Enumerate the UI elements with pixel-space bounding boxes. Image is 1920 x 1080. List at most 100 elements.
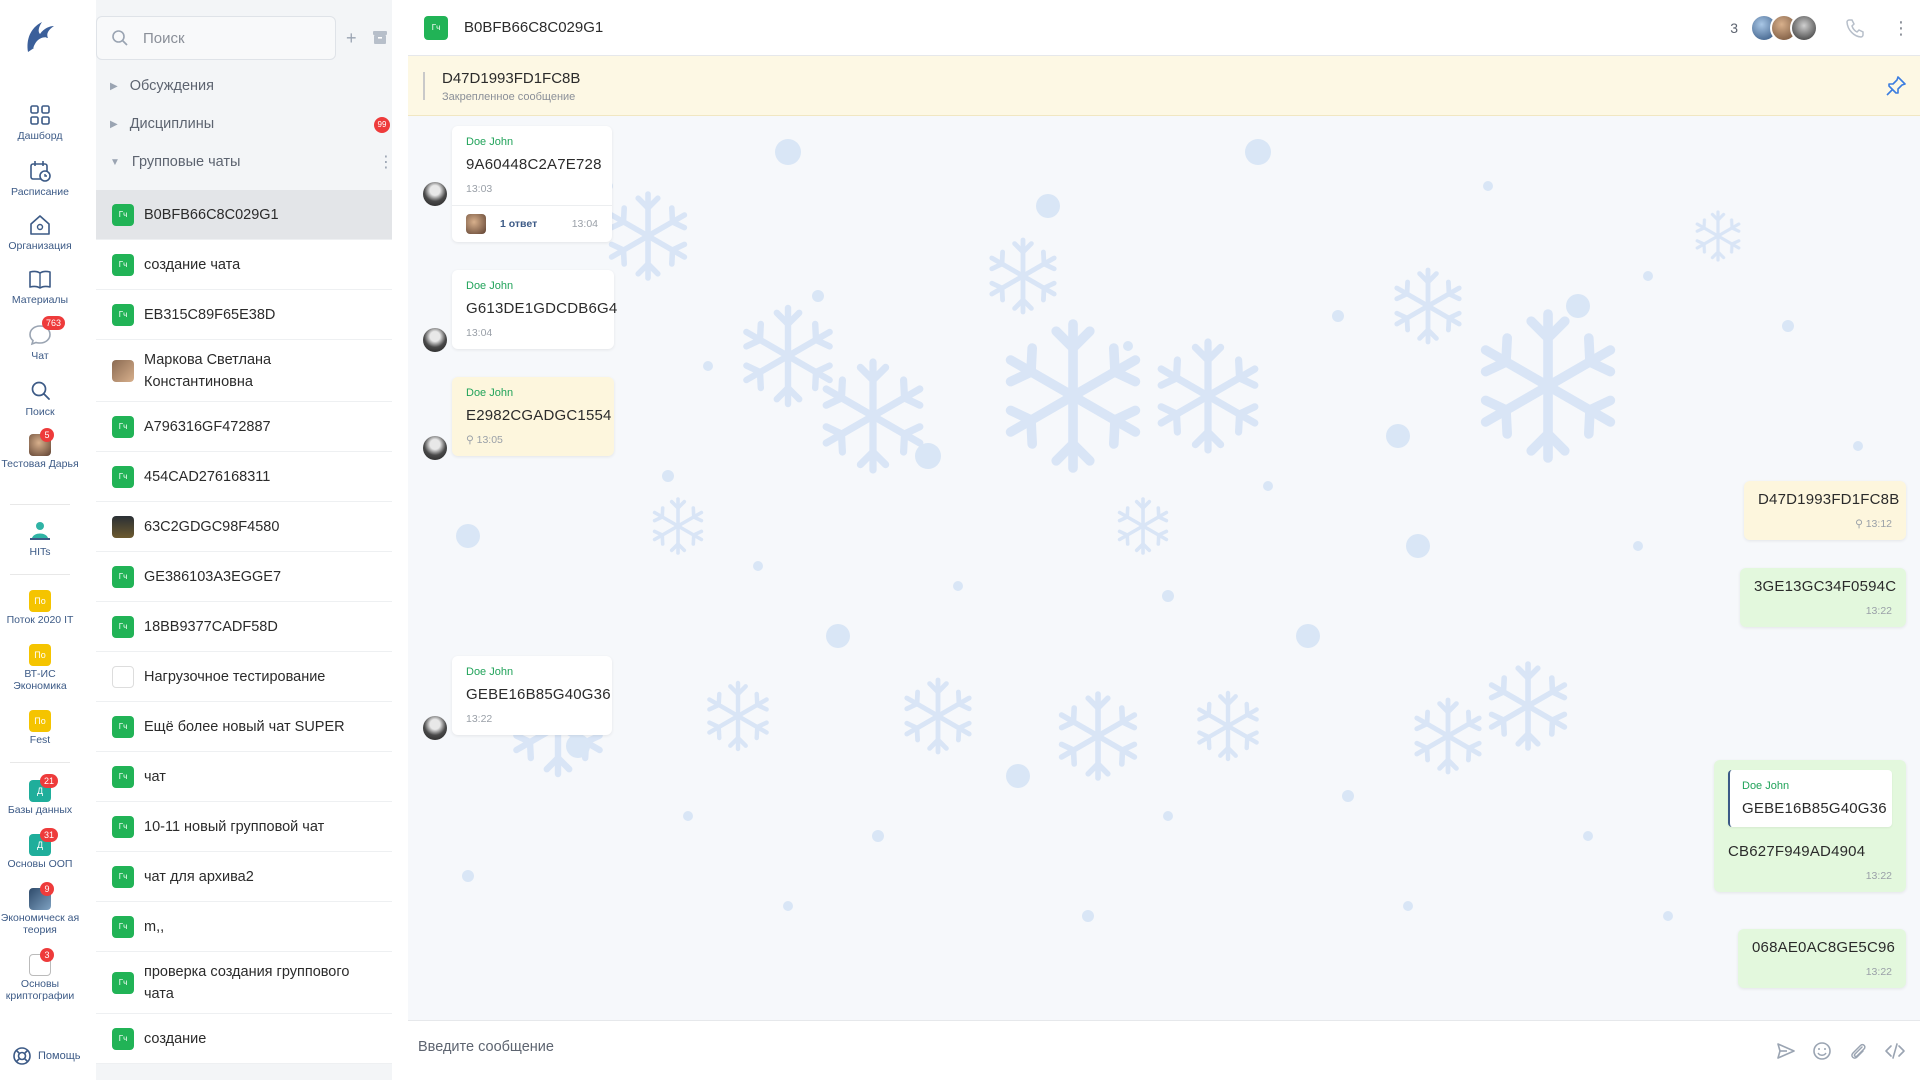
chat-name: создание [144, 1030, 207, 1047]
chat-list-item[interactable]: Гч 10-11 новый групповой чат [96, 802, 392, 852]
chat-list-item[interactable]: Гч создание чата [96, 240, 392, 290]
pin-icon: ⚲ [466, 434, 474, 446]
pin-icon[interactable] [1884, 74, 1908, 98]
discipline-badge: 21 [40, 774, 59, 788]
rail-label: Основы криптографии [5, 978, 75, 1002]
search-input[interactable]: Поиск [96, 16, 336, 60]
user-badge: 5 [40, 428, 54, 442]
phone-icon[interactable] [1844, 17, 1866, 39]
snowflake-background [456, 139, 1863, 922]
chat-list-item[interactable]: Гч чат для архива2 [96, 852, 392, 902]
message[interactable]: Doe John GEBE16B85G40G36 13:22 [452, 656, 612, 735]
message-input-placeholder[interactable]: Введите сообщение [418, 1039, 554, 1055]
left-rail: Дашборд Расписание Организация Материалы… [0, 0, 81, 1080]
rail-materials[interactable]: Материалы [0, 266, 80, 306]
message-author[interactable]: Doe John [466, 387, 600, 399]
chat-list-item[interactable]: Маркова Светлана Константиновна [96, 340, 392, 402]
message[interactable]: Doe John G613DE1GDCDB6G4 13:04 [452, 270, 617, 349]
help-button[interactable]: Помощь [12, 1046, 81, 1066]
more-options-icon[interactable]: ⋮ [1892, 18, 1910, 39]
rail-organization[interactable]: Организация [0, 212, 80, 252]
message-text: GEBE16B85G40G36 [466, 686, 611, 703]
rail-group-stream-2020[interactable]: По Поток 2020 IT [0, 590, 80, 626]
chat-avatar [112, 665, 134, 688]
rail-dashboard[interactable]: Дашборд [0, 102, 80, 142]
chat-avatar [112, 359, 134, 382]
user-avatar[interactable] [423, 328, 447, 352]
section-group-chats[interactable]: ▼ Групповые чаты [110, 154, 240, 170]
message[interactable]: Doe John 9A60448C2A7E728 13:03 1 ответ 1… [452, 126, 612, 242]
message-author[interactable]: Doe John [466, 666, 598, 678]
pinned-message-bar[interactable]: D47D1993FD1FC8B Закрепленное сообщение [408, 56, 1920, 116]
chat-avatar: Гч [112, 615, 134, 638]
message-author[interactable]: Doe John [466, 280, 600, 292]
thread-replies[interactable]: 1 ответ 13:04 [452, 205, 612, 242]
section-discussions[interactable]: ▶ Обсуждения [110, 78, 214, 94]
user-avatar[interactable] [423, 182, 447, 206]
chat-list-item[interactable]: 63C2GDGC98F4580 [96, 502, 392, 552]
rail-user[interactable]: 5 Тестовая Дарья [0, 428, 80, 470]
chat-list-item[interactable]: Гч чат [96, 752, 392, 802]
section-disciplines[interactable]: ▶ Дисциплины [110, 116, 214, 132]
chat-list-item[interactable]: Гч 18BB9377CADF58D [96, 602, 392, 652]
emoji-icon[interactable] [1812, 1041, 1832, 1061]
rail-group-fest[interactable]: По Fest [0, 710, 80, 746]
chat-list-item[interactable]: Гч EB315C89F65E38D [96, 290, 392, 340]
chat-title[interactable]: B0BFB66C8C029G1 [464, 19, 603, 36]
rail-label: Организация [8, 240, 72, 252]
chevron-right-icon: ▶ [110, 80, 118, 92]
send-icon[interactable] [1776, 1041, 1796, 1061]
chat-list-item[interactable]: Гч GE386103A3EGGE7 [96, 552, 392, 602]
rail-discipline-db[interactable]: Д 21 Базы данных [0, 774, 80, 816]
rail-label: ВТ-ИС Экономика [13, 668, 67, 692]
rail-label: Чат [31, 350, 49, 362]
chat-list-item[interactable]: Гч проверка создания группового чата [96, 952, 392, 1014]
book-icon [29, 270, 51, 289]
rail-label: HITs [29, 546, 51, 558]
chat-list-item[interactable]: Гч 454CAD276168311 [96, 452, 392, 502]
message[interactable]: Doe John E2982CGADGC1554 ⚲ 13:05 [452, 377, 614, 456]
message-composer[interactable]: Введите сообщение [408, 1020, 1920, 1080]
message-time-value: 13:05 [476, 434, 503, 446]
chat-list-item[interactable]: Гч A796316GF472887 [96, 402, 392, 452]
chat-list-item[interactable]: Гч B0BFB66C8C029G1 [96, 190, 392, 240]
chat-list-item[interactable]: Гч создание [96, 1014, 392, 1064]
rail-chat[interactable]: 763 Чат [0, 316, 80, 362]
archive-icon[interactable] [371, 28, 389, 46]
more-options-icon[interactable]: ⋮ [378, 152, 394, 172]
chat-unread-badge: 763 [42, 316, 66, 330]
code-icon[interactable] [1884, 1041, 1906, 1061]
message-text: D47D1993FD1FC8B [1758, 491, 1900, 508]
rail-label: Дашборд [17, 130, 63, 142]
message-outgoing[interactable]: Doe John GEBE16B85G40G36 CB627F949AD4904… [1714, 760, 1906, 892]
message-author[interactable]: Doe John [466, 136, 598, 148]
section-label: Дисциплины [129, 116, 215, 132]
rail-hits[interactable]: HITs [0, 518, 80, 558]
attach-icon[interactable] [1848, 1041, 1868, 1061]
quoted-message[interactable]: Doe John GEBE16B85G40G36 [1728, 770, 1892, 827]
rail-discipline-economics[interactable]: 9 Экономическ ая теория [0, 882, 80, 936]
rail-group-vt-is[interactable]: По ВТ-ИС Экономика [0, 644, 80, 692]
rail-discipline-oop[interactable]: Д 31 Основы ООП [0, 828, 80, 870]
member-count[interactable]: 3 [1730, 20, 1738, 36]
discipline-badge: 9 [40, 882, 54, 896]
group-chat-list: Гч B0BFB66C8C029G1 Гч создание чата Гч EB315C… [96, 190, 392, 1064]
member-avatars[interactable] [1750, 14, 1818, 42]
user-avatar[interactable] [423, 716, 447, 740]
add-chat-icon[interactable]: + [346, 28, 357, 49]
message-time-value: 13:12 [1865, 518, 1892, 530]
message-outgoing[interactable]: 068AE0AC8GE5C96 13:22 [1738, 929, 1906, 988]
rail-search[interactable]: Поиск [0, 378, 80, 418]
rail-label: Материалы [11, 294, 69, 306]
user-avatar[interactable] [423, 436, 447, 460]
rail-discipline-crypto[interactable]: 3 Основы криптографии [0, 948, 80, 1002]
message-outgoing[interactable]: D47D1993FD1FC8B ⚲ 13:12 [1744, 481, 1906, 540]
chat-list-item[interactable]: Гч Ещё более новый чат SUPER [96, 702, 392, 752]
chat-list-item[interactable]: Нагрузочное тестирование [96, 652, 392, 702]
chat-avatar: Гч [112, 203, 134, 226]
app-logo[interactable] [22, 18, 58, 56]
chat-list-item[interactable]: Гч m,, [96, 902, 392, 952]
rail-schedule[interactable]: Расписание [0, 158, 80, 198]
message-outgoing[interactable]: 3GE13GC34F0594C 13:22 [1740, 568, 1906, 627]
chat-avatar: Гч [112, 915, 134, 938]
